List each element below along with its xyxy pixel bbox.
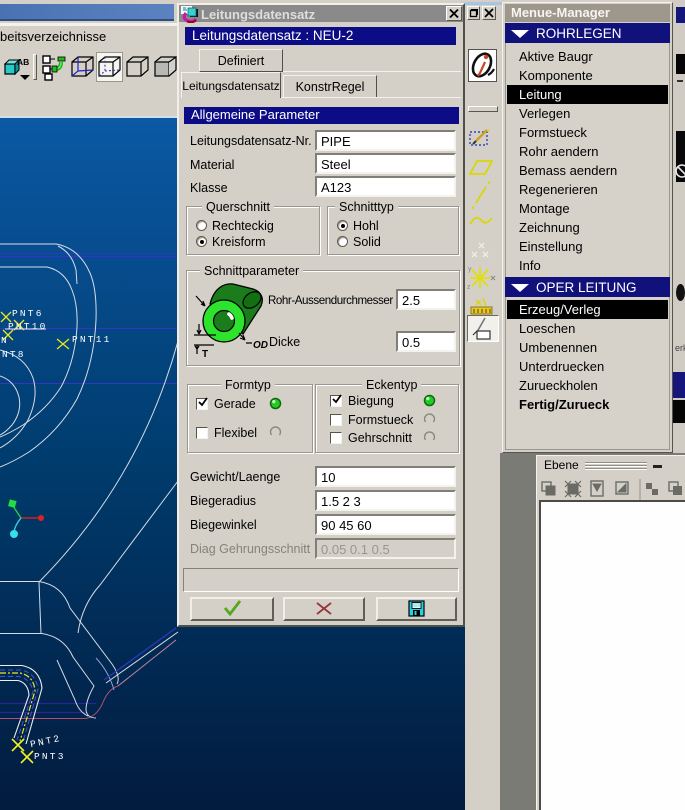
svg-text:T: T [202,349,208,360]
svg-text:AB: AB [17,57,29,67]
svg-text:z: z [467,284,471,291]
svg-text:OD: OD [253,340,268,351]
svg-text:y: y [468,266,472,273]
